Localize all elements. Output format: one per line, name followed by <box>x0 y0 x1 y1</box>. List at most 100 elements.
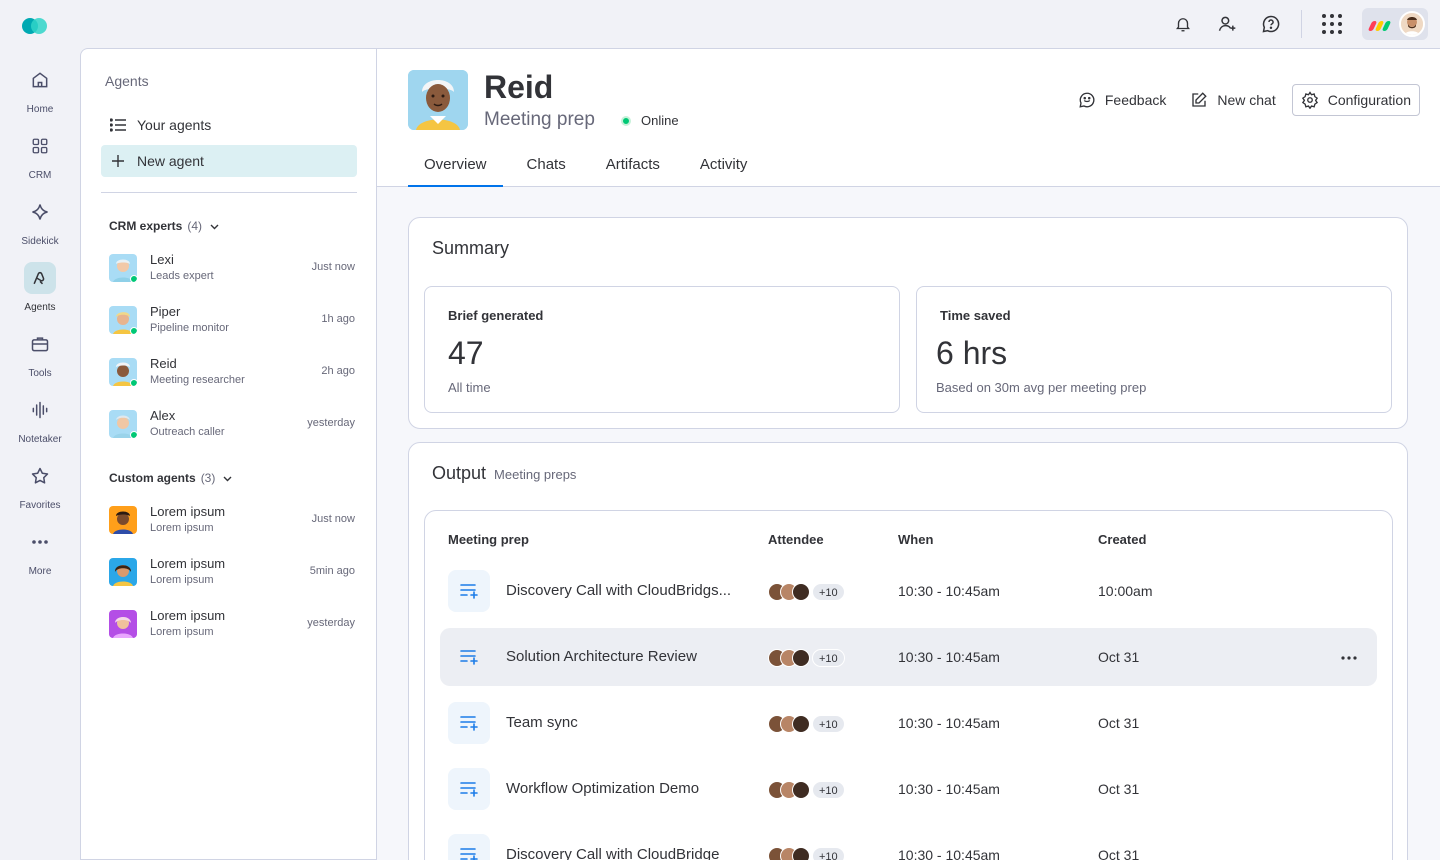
bell-icon[interactable] <box>1167 8 1199 40</box>
custom-agent-item[interactable]: Lorem ipsum Lorem ipsum Just now <box>107 501 357 541</box>
column-header-created[interactable]: Created <box>1098 532 1146 547</box>
panel-title: Agents <box>105 73 149 89</box>
home-icon <box>24 64 56 96</box>
stat-value: 47 <box>448 335 484 371</box>
column-header-when[interactable]: When <box>898 532 933 547</box>
time-saved-stat: Time saved 6 hrs Based on 30m avg per me… <box>916 286 1392 413</box>
agent-name: Lorem ipsum <box>150 504 226 519</box>
feedback-icon <box>1078 91 1096 109</box>
group-count: (3) <box>200 471 216 485</box>
table-row[interactable]: Workflow Optimization Demo +10 10:30 - 1… <box>440 760 1377 818</box>
app-logo[interactable] <box>22 16 50 36</box>
online-dot-icon <box>621 115 631 126</box>
nav-sidekick[interactable]: Sidekick <box>0 196 80 256</box>
meeting-when: 10:30 - 10:45am <box>898 649 1000 665</box>
agent-name: Lorem ipsum <box>150 556 226 571</box>
apps-grid-icon[interactable] <box>1316 8 1348 40</box>
nav-crm[interactable]: CRM <box>0 130 80 190</box>
new-agent-button[interactable]: New agent <box>101 145 357 177</box>
agent-avatar <box>109 558 137 586</box>
configuration-button[interactable]: Configuration <box>1291 84 1420 116</box>
nav-label: More <box>28 566 52 577</box>
attendee-count: +10 <box>812 649 845 667</box>
crm-experts-group[interactable]: CRM experts (4) <box>109 219 219 233</box>
document-sparkle-icon <box>448 834 490 860</box>
meeting-created: Oct 31 <box>1098 847 1140 860</box>
new-agent-label: New agent <box>137 153 204 169</box>
meeting-when: 10:30 - 10:45am <box>898 583 1000 599</box>
nav-label: Agents <box>24 302 56 313</box>
agent-avatar <box>109 506 137 534</box>
your-agents-link[interactable]: Your agents <box>101 109 357 141</box>
agent-role: Meeting researcher <box>150 374 245 386</box>
tab-activity[interactable]: Activity <box>684 155 764 186</box>
output-card: Output Meeting preps Meeting prep Attend… <box>408 442 1408 860</box>
help-icon[interactable] <box>1255 8 1287 40</box>
agent-time: 1h ago <box>321 313 355 325</box>
invite-user-icon[interactable] <box>1211 8 1243 40</box>
document-sparkle-icon <box>448 702 490 744</box>
agent-role: Pipeline monitor <box>150 322 229 334</box>
briefcase-icon <box>24 328 56 360</box>
meeting-when: 10:30 - 10:45am <box>898 847 1000 860</box>
summary-card: Summary Brief generated 47 All time Time… <box>408 217 1408 429</box>
agent-name: Reid <box>150 356 177 371</box>
attendee-avatars: +10 <box>768 845 845 860</box>
custom-agent-item[interactable]: Lorem ipsum Lorem ipsum yesterday <box>107 605 357 645</box>
agent-item-piper[interactable]: Piper Pipeline monitor 1h ago <box>107 301 357 341</box>
feedback-button[interactable]: Feedback <box>1070 84 1174 116</box>
table-row[interactable]: Solution Architecture Review +10 10:30 -… <box>440 628 1377 686</box>
agent-hero-avatar <box>408 70 468 130</box>
nav-notetaker[interactable]: Notetaker <box>0 394 80 454</box>
agent-role: Outreach caller <box>150 426 225 438</box>
row-more-icon[interactable] <box>1341 647 1357 665</box>
table-row[interactable]: Discovery Call with CloudBridgs... +10 1… <box>440 562 1377 620</box>
nav-label: Home <box>26 104 54 115</box>
agent-item-alex[interactable]: Alex Outreach caller yesterday <box>107 405 357 445</box>
agent-item-reid[interactable]: Reid Meeting researcher 2h ago <box>107 353 357 393</box>
top-divider <box>1301 10 1302 38</box>
new-chat-button[interactable]: New chat <box>1182 84 1283 116</box>
tab-overview[interactable]: Overview <box>408 155 503 187</box>
agent-time: 2h ago <box>321 365 355 377</box>
agents-panel: Agents Your agents New agent CRM experts… <box>80 48 376 860</box>
meeting-created: Oct 31 <box>1098 715 1140 731</box>
agent-icon <box>24 262 56 294</box>
tab-chats[interactable]: Chats <box>511 155 582 186</box>
agent-time: Just now <box>311 261 355 273</box>
column-header-meeting-prep[interactable]: Meeting prep <box>448 532 529 547</box>
agent-item-lexi[interactable]: Lexi Leads expert Just now <box>107 249 357 289</box>
chevron-down-icon <box>210 219 219 233</box>
more-icon <box>24 526 56 558</box>
nav-label: Favorites <box>19 500 61 511</box>
nav-more[interactable]: More <box>0 526 80 586</box>
nav-tools[interactable]: Tools <box>0 328 80 388</box>
nav-home[interactable]: Home <box>0 64 80 124</box>
agent-avatar <box>109 306 137 334</box>
nav-label: Sidekick <box>21 236 59 247</box>
group-count: (4) <box>187 219 203 233</box>
custom-agent-item[interactable]: Lorem ipsum Lorem ipsum 5min ago <box>107 553 357 593</box>
meeting-when: 10:30 - 10:45am <box>898 781 1000 797</box>
agent-time: Just now <box>311 513 355 525</box>
custom-agents-group[interactable]: Custom agents (3) <box>109 471 232 485</box>
nav-favorites[interactable]: Favorites <box>0 460 80 520</box>
output-title: Output <box>432 463 487 483</box>
table-row[interactable]: Discovery Call with CloudBridge +10 10:3… <box>440 826 1377 860</box>
your-agents-label: Your agents <box>137 117 212 133</box>
meeting-name: Workflow Optimization Demo <box>506 780 700 797</box>
agent-time: 5min ago <box>309 565 355 577</box>
nav-agents[interactable]: Agents <box>0 262 80 322</box>
column-header-attendee[interactable]: Attendee <box>768 532 824 547</box>
meeting-name: Team sync <box>506 714 578 731</box>
plus-icon <box>109 155 127 167</box>
agent-name-title: Reid <box>484 69 554 105</box>
meeting-name: Solution Architecture Review <box>506 648 697 665</box>
attendee-count: +10 <box>812 847 845 860</box>
meeting-when: 10:30 - 10:45am <box>898 715 1000 731</box>
account-menu[interactable] <box>1362 8 1428 40</box>
table-row[interactable]: Team sync +10 10:30 - 10:45am Oct 31 <box>440 694 1377 752</box>
output-subtitle: Meeting preps <box>494 467 577 482</box>
agent-subtitle: Meeting prep <box>484 109 595 130</box>
tab-artifacts[interactable]: Artifacts <box>590 155 676 186</box>
